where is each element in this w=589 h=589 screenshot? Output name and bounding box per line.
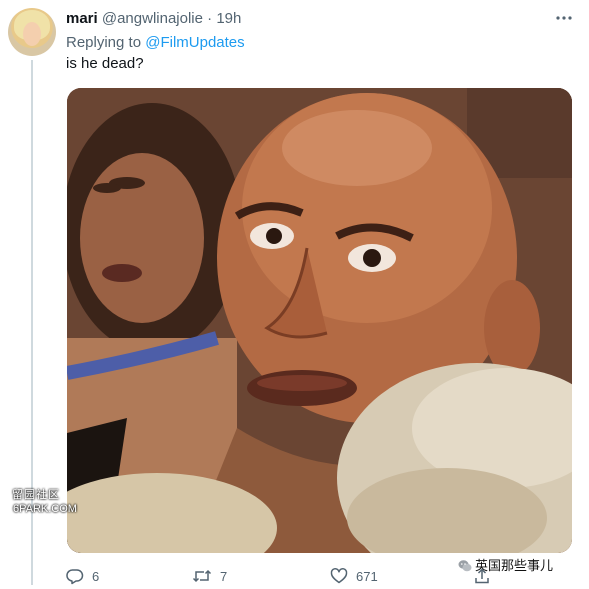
mention-link[interactable]: @FilmUpdates [145, 34, 244, 51]
retweet-icon [192, 567, 212, 585]
share-icon [473, 567, 491, 585]
avatar-face [23, 22, 41, 46]
share-button[interactable] [473, 566, 491, 586]
avatar[interactable] [8, 8, 56, 56]
author-handle[interactable]: @angwlinajolie [102, 10, 203, 27]
reply-button[interactable]: 6 [66, 566, 99, 586]
heart-icon [330, 567, 348, 585]
retweet-button[interactable]: 7 [192, 566, 227, 586]
reply-count: 6 [92, 568, 100, 584]
tweet-actions: 6 7 671 [66, 566, 586, 586]
watermark-6park: 留园社区 6PARK.COM [12, 488, 77, 516]
photo-illustration [67, 88, 572, 553]
reply-icon [66, 567, 84, 585]
watermark-cn-text: 留园社区 [12, 489, 60, 501]
watermark-brand: 6PARK.COM [13, 503, 77, 515]
retweet-count: 7 [220, 568, 228, 584]
separator: · [207, 10, 213, 27]
like-button[interactable]: 671 [330, 566, 378, 586]
replying-to: Replying to @FilmUpdates [66, 34, 245, 52]
tweet-text: is he dead? [66, 55, 144, 72]
timestamp[interactable]: 19h [216, 10, 241, 27]
author-name[interactable]: mari [66, 10, 98, 27]
like-count: 671 [356, 568, 378, 584]
replying-to-label: Replying to [66, 34, 142, 51]
ellipsis-icon[interactable] [553, 9, 575, 29]
tweet-media-photo[interactable] [67, 88, 572, 553]
tweet-header: mari @angwlinajolie · 19h [66, 10, 241, 28]
